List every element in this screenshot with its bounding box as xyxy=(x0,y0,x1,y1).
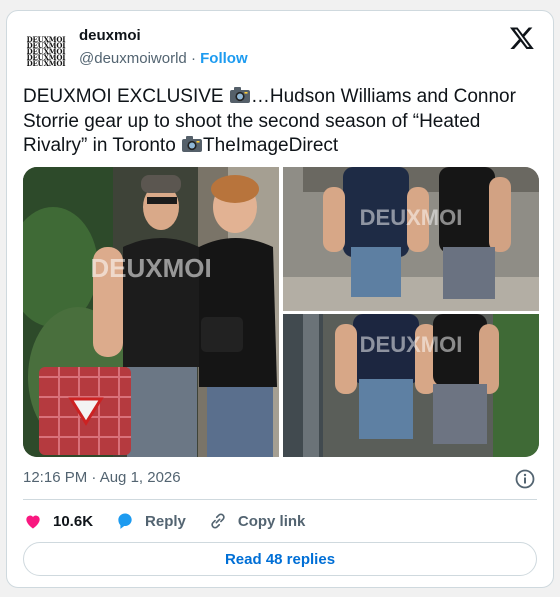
reply-label: Reply xyxy=(145,512,186,530)
handle[interactable]: @deuxmoiworld xyxy=(79,50,187,67)
photo-top-right[interactable]: DEUXMOI xyxy=(283,167,539,311)
camera-icon xyxy=(229,87,250,103)
tweet-text: DEUXMOI EXCLUSIVE …Hudson Williams and C… xyxy=(23,86,516,156)
info-icon[interactable] xyxy=(515,469,535,489)
timestamp[interactable]: 12:16 PM · Aug 1, 2026 xyxy=(23,469,181,486)
divider xyxy=(23,499,537,500)
link-icon xyxy=(211,513,225,529)
avatar-wordmark: DEUXMOI DEUXMOI DEUXMOI DEUXMOI DEUXMOI xyxy=(26,35,66,68)
follow-link[interactable]: Follow xyxy=(200,50,248,67)
separator: · xyxy=(190,50,196,67)
copy-link-button[interactable]: Copy link xyxy=(208,511,306,531)
photo-bottom-right[interactable]: DEUXMOI xyxy=(283,314,539,457)
tweet-embed-card: DEUXMOI DEUXMOI DEUXMOI DEUXMOI DEUXMOI … xyxy=(6,10,554,588)
watermark-text: DEUXMOI xyxy=(360,332,463,357)
action-bar: 10.6K Reply Copy link xyxy=(23,509,327,533)
x-logo-icon[interactable] xyxy=(509,25,535,51)
media-grid[interactable]: DEUXMOI DEUXMOI DEUXMOI xyxy=(23,167,539,457)
handle-row: @deuxmoiworld · Follow xyxy=(79,50,248,67)
display-name[interactable]: deuxmoi xyxy=(79,27,141,44)
heart-icon xyxy=(26,515,40,529)
camera-icon xyxy=(182,136,203,152)
reply-icon xyxy=(118,513,132,529)
watermark-text: DEUXMOI xyxy=(360,205,463,230)
avatar[interactable]: DEUXMOI DEUXMOI DEUXMOI DEUXMOI DEUXMOI xyxy=(25,31,67,73)
reply-button[interactable]: Reply xyxy=(115,511,186,531)
read-replies-button[interactable]: Read 48 replies xyxy=(23,542,537,576)
photo-main[interactable]: DEUXMOI xyxy=(23,167,279,457)
like-count: 10.6K xyxy=(53,512,94,530)
like-button[interactable]: 10.6K xyxy=(23,511,93,531)
watermark-text: DEUXMOI xyxy=(90,253,211,283)
copy-link-label: Copy link xyxy=(237,512,306,530)
